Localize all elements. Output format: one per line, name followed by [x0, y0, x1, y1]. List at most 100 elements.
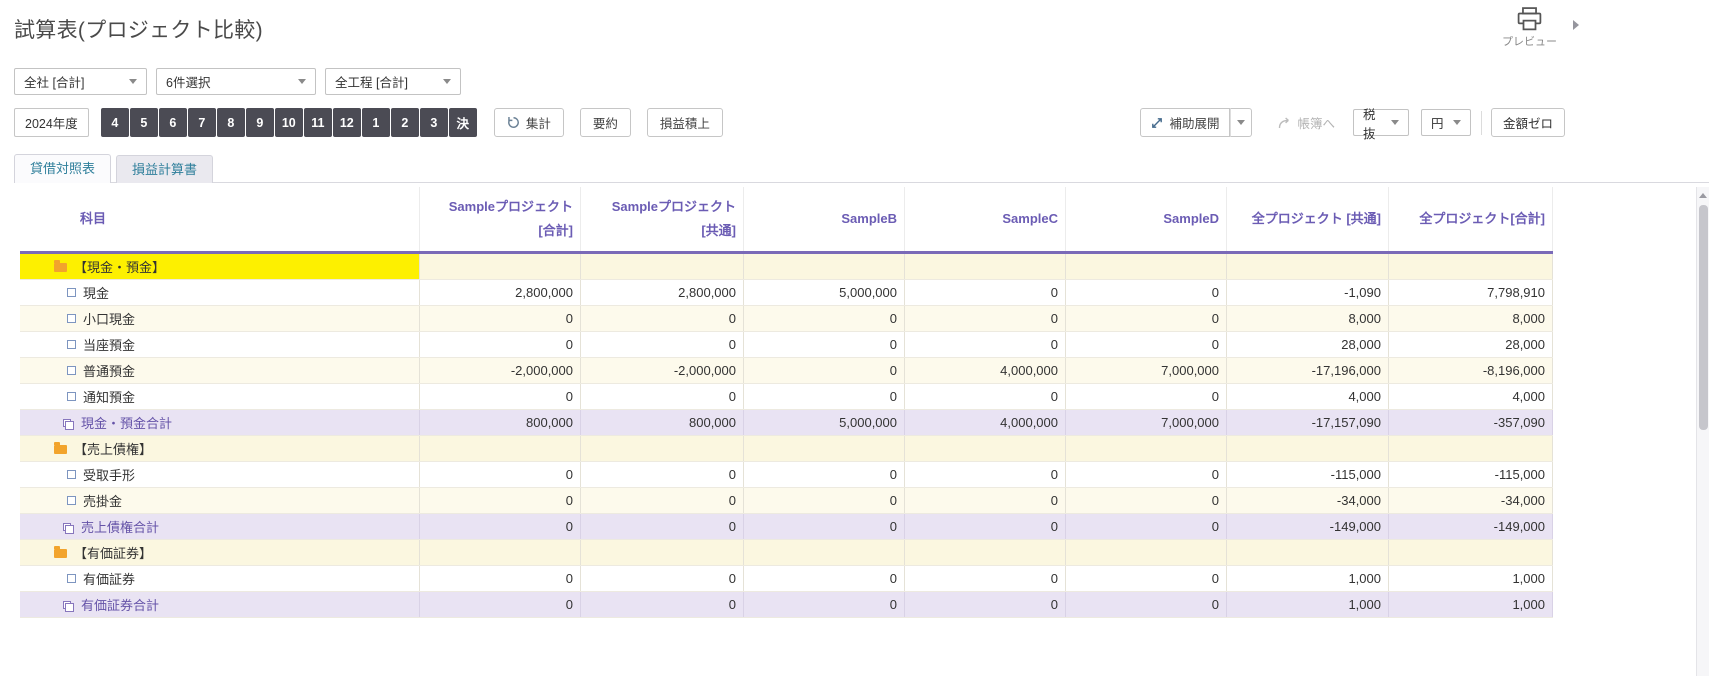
- page-title: 試算表(プロジェクト比較): [14, 19, 263, 42]
- amount-cell: 1,000: [1227, 566, 1389, 591]
- toolbar-divider: [1480, 110, 1482, 135]
- account-label-cell[interactable]: 当座預金: [20, 332, 420, 357]
- account-label-cell[interactable]: 受取手形: [20, 462, 420, 487]
- account-label-cell[interactable]: 有価証券合計: [20, 592, 420, 617]
- zero-amount-button[interactable]: 金額ゼロ: [1490, 108, 1565, 137]
- month-button-決[interactable]: 決: [448, 108, 477, 137]
- month-button-5[interactable]: 5: [129, 108, 158, 137]
- fiscal-year-button[interactable]: 2024年度: [14, 108, 89, 137]
- month-strip: 4 5 6 7 8 9 10 11 12 1 2 3 決: [100, 108, 478, 137]
- account-label-cell[interactable]: 普通預金: [20, 358, 420, 383]
- month-button-12[interactable]: 12: [332, 108, 361, 137]
- tab-損益計算書[interactable]: 損益計算書: [116, 155, 214, 183]
- amount-cell: 0: [905, 488, 1066, 513]
- amount-cell: [1227, 254, 1389, 279]
- scrollbar-thumb[interactable]: [1699, 205, 1708, 430]
- unit-select[interactable]: 円: [1420, 109, 1471, 136]
- amount-cell: -17,157,090: [1227, 410, 1389, 435]
- column-header[interactable]: 科目: [20, 187, 420, 251]
- month-button-11[interactable]: 11: [303, 108, 332, 137]
- column-header[interactable]: SampleD: [1066, 187, 1227, 251]
- amount-cell: 0: [905, 514, 1066, 539]
- table-row-売上債権合計: 売上債権合計 0 0 0 0 0 -149,000 -149,000: [20, 514, 1553, 540]
- process-select[interactable]: 全工程 [合計]: [325, 68, 461, 95]
- company-select[interactable]: 全社 [合計]: [14, 68, 147, 95]
- folder-icon: [54, 441, 67, 454]
- amount-cell: [581, 436, 744, 461]
- amount-cell: 4,000,000: [905, 358, 1066, 383]
- account-label-cell[interactable]: 売上債権合計: [20, 514, 420, 539]
- tax-mode-select[interactable]: 税抜: [1352, 108, 1409, 141]
- amount-cell: 0: [1066, 592, 1227, 617]
- amount-cell: [1389, 254, 1553, 279]
- amount-cell: 0: [1066, 514, 1227, 539]
- account-label-cell[interactable]: 現金・預金合計: [20, 410, 420, 435]
- account-label-cell[interactable]: 【現金・預金】: [20, 254, 420, 279]
- chevron-down-icon: [129, 79, 137, 84]
- amount-cell: 0: [905, 332, 1066, 357]
- aggregate-button[interactable]: 集計: [493, 108, 564, 137]
- summary-button[interactable]: 要約: [579, 108, 631, 137]
- account-label-cell[interactable]: 小口現金: [20, 306, 420, 331]
- month-button-10[interactable]: 10: [274, 108, 303, 137]
- account-label-cell[interactable]: 現金: [20, 280, 420, 305]
- account-label-cell[interactable]: 通知預金: [20, 384, 420, 409]
- table-row-当座預金: 当座預金 0 0 0 0 0 28,000 28,000: [20, 332, 1553, 358]
- amount-cell: 0: [744, 332, 905, 357]
- column-header[interactable]: SampleC: [905, 187, 1066, 251]
- amount-cell: 0: [1066, 280, 1227, 305]
- month-button-6[interactable]: 6: [158, 108, 187, 137]
- table-row-【有価証券】: 【有価証券】: [20, 540, 1553, 566]
- profit-stack-button[interactable]: 損益積上: [646, 108, 723, 137]
- amount-cell: 5,000,000: [744, 410, 905, 435]
- vertical-scrollbar[interactable]: [1696, 187, 1709, 676]
- amount-cell: 0: [905, 306, 1066, 331]
- amount-cell: 0: [905, 384, 1066, 409]
- amount-cell: [581, 254, 744, 279]
- amount-cell: 2,800,000: [581, 280, 744, 305]
- account-label-cell[interactable]: 【有価証券】: [20, 540, 420, 565]
- account-label-cell[interactable]: 売掛金: [20, 488, 420, 513]
- month-button-8[interactable]: 8: [216, 108, 245, 137]
- amount-cell: 2,800,000: [420, 280, 581, 305]
- month-button-3[interactable]: 3: [419, 108, 448, 137]
- amount-cell: 28,000: [1389, 332, 1553, 357]
- folder-icon: [54, 259, 67, 272]
- month-button-9[interactable]: 9: [245, 108, 274, 137]
- amount-cell: -34,000: [1389, 488, 1553, 513]
- chevron-down-icon: [443, 79, 451, 84]
- column-header[interactable]: 全プロジェクト[合計]: [1389, 187, 1553, 251]
- panel-collapse-chevron-icon[interactable]: [1573, 20, 1579, 30]
- amount-cell: 0: [581, 514, 744, 539]
- column-header[interactable]: Sampleプロジェクト [共通]: [581, 187, 744, 251]
- to-ledger-button[interactable]: 帳簿へ: [1278, 113, 1335, 132]
- company-select-value: 全社 [合計]: [24, 76, 85, 90]
- month-button-2[interactable]: 2: [390, 108, 419, 137]
- amount-cell: 7,000,000: [1066, 410, 1227, 435]
- amount-cell: -149,000: [1227, 514, 1389, 539]
- account-label-cell[interactable]: 有価証券: [20, 566, 420, 591]
- column-header[interactable]: 全プロジェクト [共通]: [1227, 187, 1389, 251]
- column-header[interactable]: Sampleプロジェクト [合計]: [420, 187, 581, 251]
- aux-expand-menu-button[interactable]: [1230, 108, 1253, 137]
- amount-cell: 0: [1066, 384, 1227, 409]
- print-preview-button[interactable]: プレビュー: [1502, 7, 1557, 49]
- toolbar: 2024年度 4 5 6 7 8 9 10 11 12 1 2 3 決 集計 要約 損益積上 補助展開: [14, 108, 1565, 141]
- amount-cell: 1,000: [1389, 566, 1553, 591]
- tab-貸借対照表[interactable]: 貸借対照表: [14, 154, 112, 183]
- month-button-1[interactable]: 1: [361, 108, 390, 137]
- account-icon: [67, 340, 76, 349]
- account-name: 売掛金: [83, 494, 123, 509]
- account-name: 【売上債権】: [74, 442, 153, 457]
- month-button-4[interactable]: 4: [100, 108, 129, 137]
- aux-expand-button[interactable]: 補助展開: [1140, 108, 1231, 137]
- project-select-value: 6件選択: [166, 76, 211, 90]
- scroll-up-arrow[interactable]: [1699, 193, 1707, 198]
- month-button-7[interactable]: 7: [187, 108, 216, 137]
- column-header[interactable]: SampleB: [744, 187, 905, 251]
- amount-cell: 8,000: [1227, 306, 1389, 331]
- project-select[interactable]: 6件選択: [156, 68, 316, 95]
- amount-cell: 0: [744, 566, 905, 591]
- account-label-cell[interactable]: 【売上債権】: [20, 436, 420, 461]
- amount-cell: 0: [581, 592, 744, 617]
